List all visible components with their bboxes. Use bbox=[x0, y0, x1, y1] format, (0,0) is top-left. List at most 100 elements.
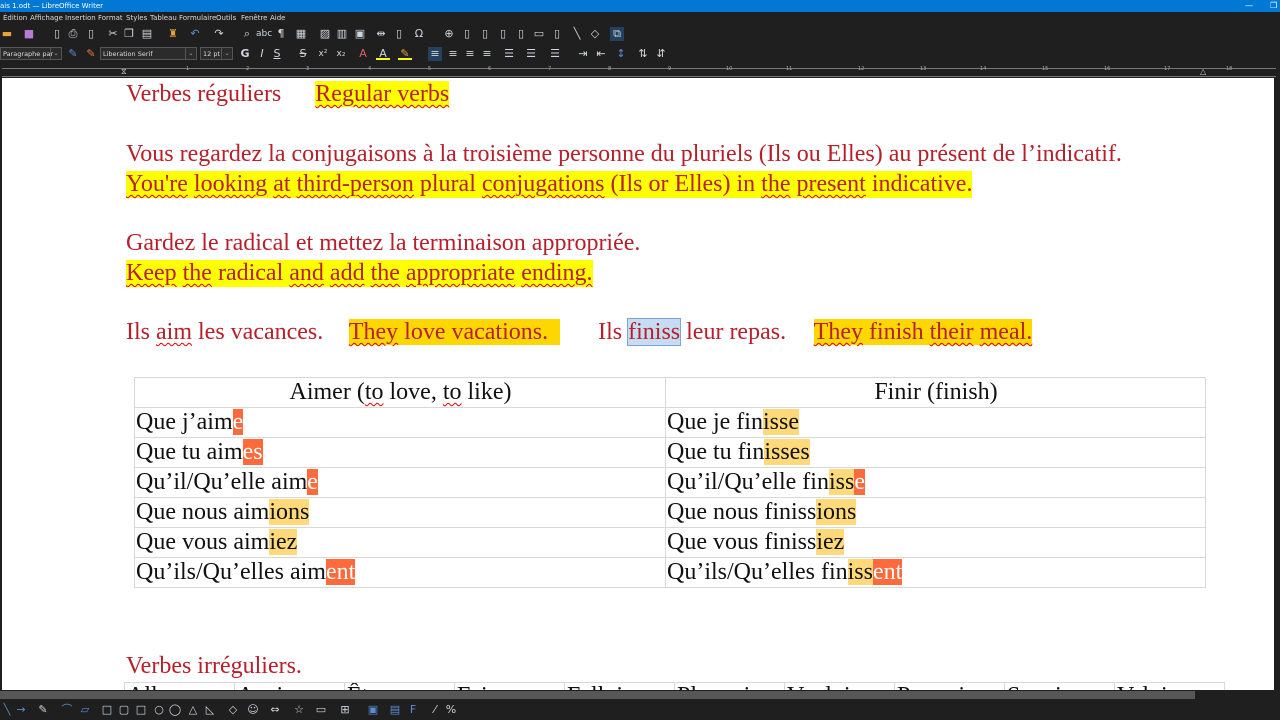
spellcheck-icon[interactable]: abc bbox=[256, 27, 272, 41]
menu-formulaire[interactable]: Formulaire bbox=[179, 12, 216, 24]
fontwork-icon[interactable]: ▱ bbox=[78, 703, 92, 717]
stars-icon[interactable]: ☆ bbox=[292, 703, 306, 717]
flowchart-icon[interactable]: ⊞ bbox=[338, 703, 352, 717]
menu-fenetre[interactable]: Fenêtre bbox=[241, 12, 267, 24]
footnote-icon[interactable]: ▯ bbox=[460, 27, 474, 41]
font-color-icon[interactable]: A bbox=[376, 47, 390, 60]
document-page[interactable]: Verbes réguliers Regular verbs Vous rega… bbox=[2, 78, 1274, 690]
find-replace-icon[interactable]: ⌕ bbox=[240, 27, 254, 41]
fontwork-text-icon[interactable]: F bbox=[406, 703, 420, 717]
line-spacing-icon[interactable]: ↕ bbox=[614, 47, 628, 61]
comment-icon[interactable]: ▭ bbox=[532, 27, 546, 41]
basic-shapes-icon[interactable]: ◇ bbox=[588, 27, 602, 41]
align-right-icon[interactable]: ≡ bbox=[463, 47, 477, 61]
minimize-button[interactable]: — bbox=[1245, 0, 1253, 12]
endnote-icon[interactable]: ▯ bbox=[478, 27, 492, 41]
menu-aide[interactable]: Aide bbox=[270, 12, 285, 24]
callouts-icon[interactable]: ▭ bbox=[314, 703, 328, 717]
insert-field-icon[interactable]: ▯ bbox=[392, 27, 406, 41]
redo-icon[interactable]: ↷ bbox=[212, 27, 226, 41]
ordered-list-icon[interactable]: ☰ bbox=[524, 47, 538, 61]
new-document-icon[interactable]: ▯ bbox=[50, 27, 64, 41]
unordered-list-icon[interactable]: ☰ bbox=[502, 47, 516, 61]
highlight-color-icon[interactable]: ✎ bbox=[398, 47, 412, 60]
insert-table-icon[interactable]: ▦ bbox=[294, 27, 308, 41]
circle-icon[interactable]: ◯ bbox=[168, 703, 182, 717]
scrollbar-thumb[interactable] bbox=[0, 691, 1195, 699]
horizontal-scrollbar[interactable] bbox=[0, 690, 1280, 700]
decrease-indent-icon[interactable]: ⇤ bbox=[594, 47, 608, 61]
underline-button[interactable]: S bbox=[270, 47, 284, 61]
ellipse-icon[interactable]: ○ bbox=[152, 703, 166, 717]
line-icon[interactable]: ╲ bbox=[0, 703, 14, 717]
menu-edition[interactable]: Édition bbox=[3, 12, 27, 24]
symbol-shapes-icon[interactable]: ☺ bbox=[246, 703, 260, 717]
undo-icon[interactable]: ↶ bbox=[188, 27, 202, 41]
increase-indent-icon[interactable]: ⇥ bbox=[576, 47, 590, 61]
bookmark-icon[interactable]: ▯ bbox=[496, 27, 510, 41]
clear-formatting-icon[interactable]: A bbox=[356, 47, 370, 61]
selected-text[interactable]: finiss bbox=[627, 318, 682, 346]
line-icon[interactable]: ╲ bbox=[570, 27, 584, 41]
cross-reference-icon[interactable]: ▯ bbox=[514, 27, 528, 41]
menu-format[interactable]: Format bbox=[98, 12, 123, 24]
right-triangle-icon[interactable]: ◺ bbox=[203, 703, 217, 717]
menu-styles[interactable]: Styles bbox=[126, 12, 147, 24]
indent-spacing-icon[interactable]: ⇵ bbox=[654, 47, 668, 61]
new-style-icon[interactable]: ✎ bbox=[84, 47, 98, 61]
right-indent-marker[interactable]: △ bbox=[1200, 67, 1206, 76]
font-size-dropdown[interactable]: 12 pt ⌄ bbox=[200, 47, 233, 60]
insert-frame-icon[interactable]: ▣ bbox=[366, 703, 380, 717]
print-icon[interactable]: ⎙ bbox=[66, 27, 80, 41]
arrow-line-icon[interactable]: → bbox=[14, 703, 28, 717]
subscript-icon[interactable]: x₂ bbox=[334, 47, 348, 61]
toggle-points-icon[interactable]: ⁄ bbox=[428, 703, 442, 717]
restore-button[interactable]: ❐ bbox=[1270, 0, 1277, 12]
basic-shapes-icon[interactable]: ◇ bbox=[226, 703, 240, 717]
insert-image-icon[interactable]: ▨ bbox=[318, 27, 332, 41]
justify-icon[interactable]: ≡ bbox=[480, 47, 494, 61]
rounded-rectangle-icon[interactable]: ▢ bbox=[117, 703, 131, 717]
formatting-marks-icon[interactable]: ¶ bbox=[274, 27, 288, 41]
draw-functions-icon[interactable]: ⧉ bbox=[610, 27, 624, 41]
align-left-icon[interactable]: ≡ bbox=[428, 47, 442, 61]
left-indent-marker[interactable]: ⧖ bbox=[121, 67, 127, 77]
bold-button[interactable]: G bbox=[238, 47, 252, 61]
clone-formatting-icon[interactable]: ♜ bbox=[166, 27, 180, 41]
font-name-dropdown[interactable]: Liberation Serif ⌄ bbox=[100, 47, 197, 60]
outline-list-icon[interactable]: ☰ bbox=[548, 47, 562, 61]
export-pdf-icon[interactable]: ▯ bbox=[84, 27, 98, 41]
menu-outils[interactable]: Outils bbox=[216, 12, 236, 24]
rectangle-icon[interactable]: □ bbox=[100, 703, 114, 717]
superscript-icon[interactable]: x² bbox=[316, 47, 330, 61]
curve-icon[interactable]: ✎ bbox=[36, 703, 50, 717]
strikethrough-button[interactable]: S bbox=[296, 47, 310, 61]
copy-icon[interactable]: ❐ bbox=[122, 27, 136, 41]
polygon-icon[interactable]: ⌒ bbox=[60, 703, 74, 717]
paste-icon[interactable]: ▤ bbox=[140, 27, 154, 41]
special-character-icon[interactable]: Ω bbox=[412, 27, 426, 41]
track-changes-icon[interactable]: ▯ bbox=[550, 27, 564, 41]
square-icon[interactable]: □ bbox=[134, 703, 148, 717]
insert-textbox-icon[interactable]: ▤ bbox=[388, 703, 402, 717]
menu-insertion[interactable]: Insertion bbox=[65, 12, 96, 24]
open-icon[interactable]: ▬ bbox=[0, 27, 14, 41]
paragraph-spacing-icon[interactable]: ⇅ bbox=[636, 47, 650, 61]
triangle-icon[interactable]: △ bbox=[186, 703, 200, 717]
cut-icon[interactable]: ✂ bbox=[106, 27, 120, 41]
glue-points-icon[interactable]: % bbox=[444, 703, 458, 717]
block-arrows-icon[interactable]: ⇔ bbox=[268, 703, 282, 717]
menu-affichage[interactable]: Affichage bbox=[30, 12, 63, 24]
page-break-icon[interactable]: ⇹ bbox=[374, 27, 388, 41]
insert-textbox-icon[interactable]: ▣ bbox=[353, 27, 367, 41]
hyperlink-icon[interactable]: ⊕ bbox=[442, 27, 456, 41]
paragraph-style-dropdown[interactable]: Paragraphe par défaut⌄ bbox=[0, 47, 62, 71]
align-center-icon[interactable]: ≡ bbox=[446, 47, 460, 61]
horizontal-ruler[interactable]: 1 2 3 4 5 6 7 8 9 10 11 12 13 14 15 16 1… bbox=[0, 64, 1280, 78]
vertical-scrollbar[interactable] bbox=[1276, 78, 1280, 690]
insert-chart-icon[interactable]: ▥ bbox=[335, 27, 349, 41]
update-style-icon[interactable]: ✎ bbox=[66, 47, 80, 61]
save-icon[interactable]: ■ bbox=[22, 27, 36, 41]
italic-button[interactable]: I bbox=[255, 47, 269, 61]
menu-tableau[interactable]: Tableau bbox=[150, 12, 177, 24]
